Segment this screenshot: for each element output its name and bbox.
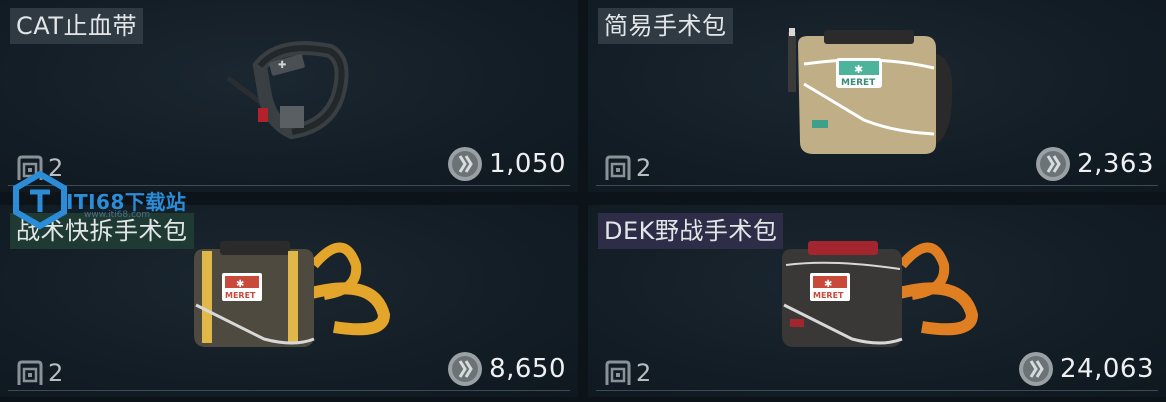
watermark-logo-icon xyxy=(13,170,67,230)
slot-size-icon xyxy=(605,155,631,180)
item-card-dek-field-surgical-kit[interactable]: ✱ MERET DEK野战手术包 2 24,063 xyxy=(588,205,1166,397)
item-price: 1,050 xyxy=(447,146,566,182)
watermark-subtext: www.iti68.com xyxy=(84,210,151,220)
item-price: 8,650 xyxy=(447,351,566,387)
currency-coin-icon xyxy=(1019,352,1054,386)
svg-text:MERET: MERET xyxy=(841,78,876,88)
slot-count-value: 2 xyxy=(636,154,652,182)
item-price: 24,063 xyxy=(1018,351,1154,387)
slot-count-value: 2 xyxy=(636,359,652,387)
tactical-kit-image: ✱ MERET xyxy=(194,241,391,347)
currency-coin-icon xyxy=(448,147,483,181)
item-name: DEK野战手术包 xyxy=(598,213,784,249)
svg-text:✚: ✚ xyxy=(278,60,286,71)
surgical-kit-image: ✱ MERET xyxy=(788,28,953,154)
svg-text:MERET: MERET xyxy=(225,291,256,300)
svg-text:✱: ✱ xyxy=(824,279,832,290)
currency-coin-icon xyxy=(448,352,483,386)
price-value: 1,050 xyxy=(489,149,566,179)
slot-size-icon xyxy=(605,360,631,385)
item-card-simple-surgical-kit[interactable]: ✱ MERET 简易手术包 2 2,363 xyxy=(588,0,1166,192)
field-kit-image: ✱ MERET xyxy=(782,241,979,347)
item-price: 2,363 xyxy=(1035,146,1154,182)
slot-size-icon xyxy=(17,360,43,385)
price-value: 8,650 xyxy=(489,354,566,384)
site-watermark: ITI68下载站 www.iti68.com xyxy=(10,170,220,232)
slot-count: 2 xyxy=(16,359,63,387)
tourniquet-image: ✚ xyxy=(226,41,349,140)
price-value: 24,063 xyxy=(1060,354,1154,384)
item-name: 简易手术包 xyxy=(598,8,733,44)
svg-text:✱: ✱ xyxy=(854,63,863,76)
item-card-tourniquet[interactable]: ✚ CAT止血带 2 1,050 xyxy=(0,0,578,192)
card-divider xyxy=(8,390,570,391)
card-divider xyxy=(596,390,1158,391)
svg-text:MERET: MERET xyxy=(813,291,844,300)
card-divider xyxy=(596,185,1158,186)
item-name: CAT止血带 xyxy=(10,8,143,44)
slot-count: 2 xyxy=(604,359,651,387)
slot-count: 2 xyxy=(604,154,651,182)
slot-count-value: 2 xyxy=(48,359,64,387)
currency-coin-icon xyxy=(1036,147,1071,181)
item-card-tactical-surgical-kit[interactable]: ✱ MERET 战术快拆手术包 2 8,650 xyxy=(0,205,578,397)
price-value: 2,363 xyxy=(1077,149,1154,179)
svg-text:✱: ✱ xyxy=(236,279,244,290)
